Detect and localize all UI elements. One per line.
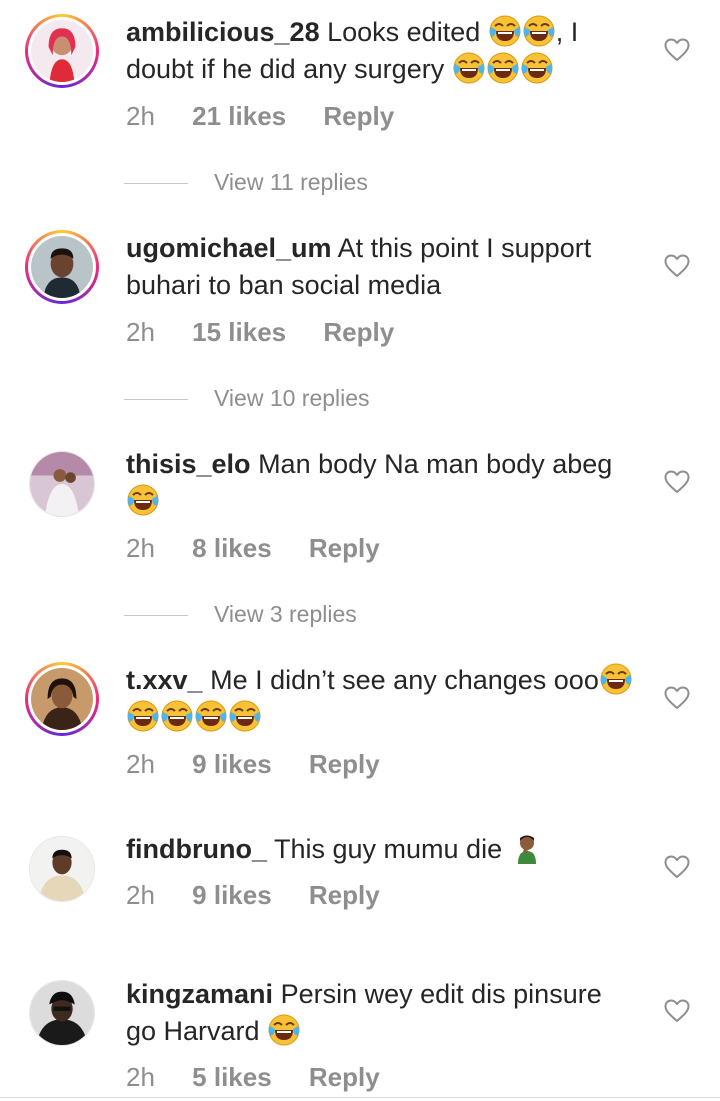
face-with-tears-of-joy-emoji — [600, 663, 632, 695]
comment-body: This guy mumu die — [274, 834, 503, 864]
likes-count[interactable]: 21 likes — [192, 98, 286, 134]
avatar[interactable] — [25, 832, 99, 906]
likes-count[interactable]: 9 likes — [192, 746, 272, 782]
reply-button[interactable]: Reply — [309, 877, 380, 913]
face-with-tears-of-joy-emoji — [127, 700, 159, 732]
divider — [124, 615, 188, 617]
heart-outline-icon[interactable] — [664, 999, 690, 1023]
heart-outline-icon[interactable] — [664, 38, 690, 62]
face-with-tears-of-joy-emoji — [229, 700, 261, 732]
divider — [0, 1097, 720, 1098]
comment-body: Man body Na man body abeg — [258, 449, 613, 479]
comment-meta: 2h 21 likes Reply — [126, 98, 394, 134]
comment-username[interactable]: ambilicious_28 — [126, 17, 320, 47]
view-replies-label: View 10 replies — [214, 385, 370, 411]
comment-time: 2h — [126, 880, 155, 910]
heart-outline-icon[interactable] — [664, 686, 690, 710]
comment-time: 2h — [126, 1062, 155, 1092]
comment-text: ambilicious_28 Looks edited , I doubt if… — [126, 14, 636, 88]
comment-time: 2h — [126, 317, 155, 347]
comment-text: thisis_elo Man body Na man body abeg — [126, 446, 636, 520]
comment-meta: 2h 15 likes Reply — [126, 314, 394, 350]
comment-meta: 2h 5 likes Reply — [126, 1059, 380, 1095]
face-with-tears-of-joy-emoji — [453, 52, 485, 84]
face-with-tears-of-joy-emoji — [195, 700, 227, 732]
comment-text: kingzamani Persin wey edit dis pinsure g… — [126, 976, 636, 1050]
avatar[interactable] — [25, 976, 99, 1050]
comment-username[interactable]: ugomichael_um — [126, 233, 332, 263]
comment-text: t.xxv_ Me I didn’t see any changes ooo — [126, 662, 636, 736]
view-replies-label: View 11 replies — [214, 169, 368, 195]
face-with-tears-of-joy-emoji — [127, 484, 159, 516]
face-with-tears-of-joy-emoji — [268, 1014, 300, 1046]
reply-button[interactable]: Reply — [323, 98, 394, 134]
comment-time: 2h — [126, 533, 155, 563]
face-with-tears-of-joy-emoji — [161, 700, 193, 732]
face-with-tears-of-joy-emoji — [487, 52, 519, 84]
comment-username[interactable]: kingzamani — [126, 979, 273, 1009]
reply-button[interactable]: Reply — [309, 530, 380, 566]
heart-outline-icon[interactable] — [664, 855, 690, 879]
comment-username[interactable]: t.xxv_ — [126, 665, 203, 695]
view-replies-label: View 3 replies — [214, 601, 357, 627]
reply-button[interactable]: Reply — [323, 314, 394, 350]
comment-username[interactable]: thisis_elo — [126, 449, 251, 479]
comment-text: findbruno_ This guy mumu die — [126, 831, 636, 868]
view-replies-button[interactable]: View 3 replies — [124, 599, 357, 629]
comment-meta: 2h 9 likes Reply — [126, 877, 380, 913]
avatar[interactable] — [25, 447, 99, 521]
reply-button[interactable]: Reply — [309, 1059, 380, 1095]
comment-time: 2h — [126, 749, 155, 779]
face-with-tears-of-joy-emoji — [489, 15, 521, 47]
likes-count[interactable]: 5 likes — [192, 1059, 272, 1095]
view-replies-button[interactable]: View 10 replies — [124, 383, 370, 413]
likes-count[interactable]: 8 likes — [192, 530, 272, 566]
face-with-tears-of-joy-emoji — [523, 15, 555, 47]
divider — [124, 183, 188, 185]
avatar[interactable] — [25, 662, 99, 736]
comment-body: Looks edited — [327, 17, 481, 47]
view-replies-button[interactable]: View 11 replies — [124, 167, 368, 197]
comment-meta: 2h 8 likes Reply — [126, 530, 380, 566]
comment-body: Me I didn’t see any changes ooo — [210, 665, 599, 695]
man-facepalming-emoji — [511, 832, 543, 864]
comment-text: ugomichael_um At this point I support bu… — [126, 230, 636, 304]
divider — [124, 399, 188, 401]
heart-outline-icon[interactable] — [664, 470, 690, 494]
comment-time: 2h — [126, 101, 155, 131]
avatar[interactable] — [25, 230, 99, 304]
likes-count[interactable]: 9 likes — [192, 877, 272, 913]
likes-count[interactable]: 15 likes — [192, 314, 286, 350]
face-with-tears-of-joy-emoji — [521, 52, 553, 84]
avatar[interactable] — [25, 14, 99, 88]
comment-meta: 2h 9 likes Reply — [126, 746, 380, 782]
heart-outline-icon[interactable] — [664, 254, 690, 278]
comment-username[interactable]: findbruno_ — [126, 834, 267, 864]
reply-button[interactable]: Reply — [309, 746, 380, 782]
